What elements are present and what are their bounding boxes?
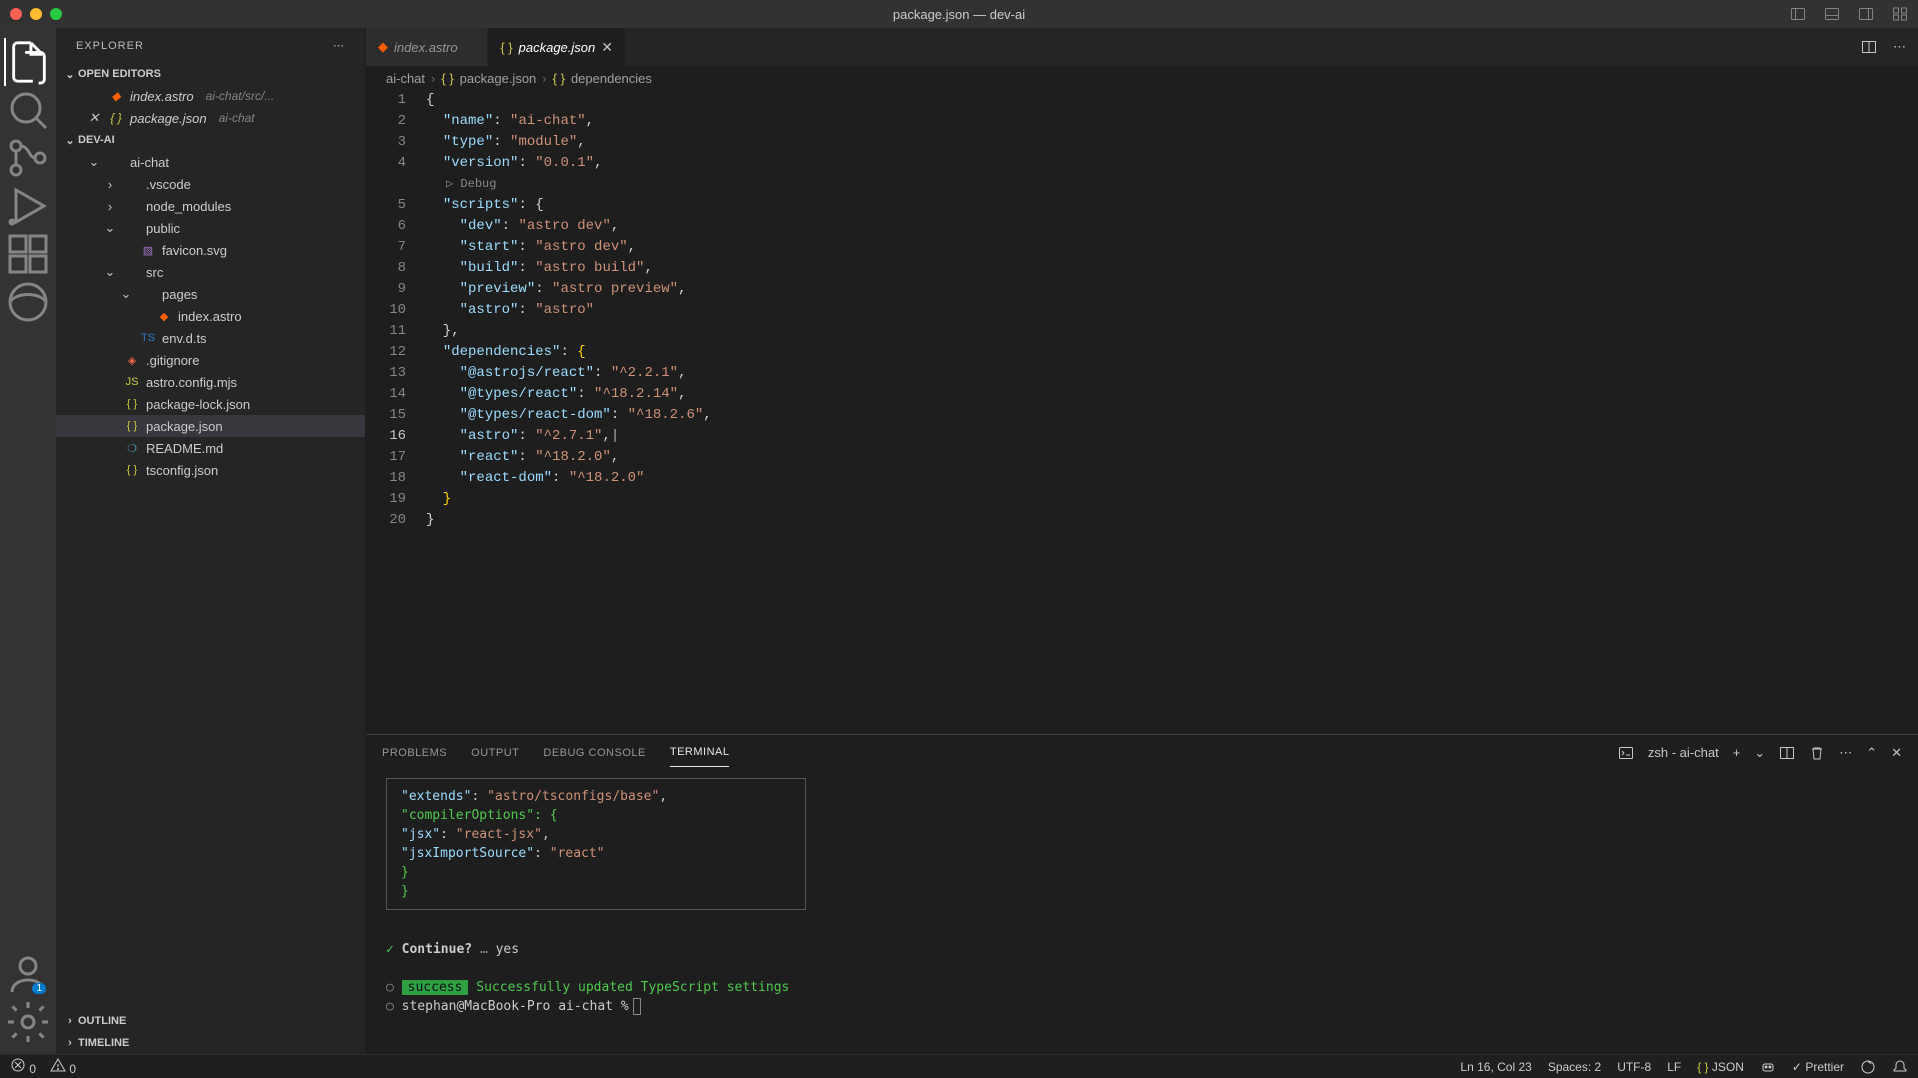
panel-tab-terminal[interactable]: TERMINAL [670,738,730,767]
chevron-right-icon: › [102,199,118,214]
layout-customize-icon[interactable] [1892,6,1908,22]
chevron-down-icon: ⌄ [86,154,102,170]
settings-gear-icon[interactable] [4,998,52,1046]
editor-tabs: ◆index.astro✕{ }package.json✕ ⋯ [366,28,1918,66]
file-item[interactable]: TSenv.d.ts [56,327,365,349]
feedback-icon[interactable] [1860,1059,1876,1075]
accounts-badge: 1 [32,983,46,994]
editor-area: ◆index.astro✕{ }package.json✕ ⋯ ai-chat ›… [366,28,1918,1054]
warnings-count[interactable]: 0 [50,1057,76,1076]
accounts-icon[interactable]: 1 [4,950,52,998]
file-item[interactable]: ◆index.astro [56,305,365,327]
debug-codelens[interactable]: ▷ Debug [426,174,1918,195]
split-terminal-icon[interactable] [1779,745,1795,761]
code-editor[interactable]: 1234567891011121314151617181920 { "name"… [366,90,1918,734]
chevron-down-icon: ⌄ [62,134,78,147]
maximize-panel-icon[interactable]: ⌃ [1866,745,1877,761]
window-title: package.json — dev-ai [893,7,1025,22]
close-icon[interactable]: ✕ [86,110,102,126]
breadcrumb[interactable]: ai-chat › { } package.json › { } depende… [366,66,1918,90]
sidebar: EXPLORER ⋯ ⌄ OPEN EDITORS ◆index.astroai… [56,28,366,1054]
panel-tab-output[interactable]: OUTPUT [471,739,519,767]
panel-tab-problems[interactable]: PROBLEMS [382,739,447,767]
close-tab-icon[interactable]: ✕ [601,39,613,56]
file-item[interactable]: { }package.json [56,415,365,437]
language-mode[interactable]: { } JSON [1697,1060,1744,1074]
more-actions-icon[interactable]: ⋯ [1893,39,1906,55]
folder-item[interactable]: ⌄pages [56,283,365,305]
file-item[interactable]: { }package-lock.json [56,393,365,415]
eol[interactable]: LF [1667,1060,1681,1074]
split-editor-icon[interactable] [1861,39,1877,55]
terminal-dropdown-icon[interactable]: ⌄ [1754,745,1765,761]
layout-panel-icon[interactable] [1824,6,1840,22]
panel-tab-debug-console[interactable]: DEBUG CONSOLE [543,739,645,767]
bottom-panel: PROBLEMS OUTPUT DEBUG CONSOLE TERMINAL zsh … [366,734,1918,1054]
chevron-right-icon: › [62,1015,78,1027]
open-editor-item[interactable]: ✕{ }package.jsonai-chat [56,107,365,129]
terminal[interactable]: "extends": "astro/tsconfigs/base","compi… [366,770,1918,1054]
sidebar-title: EXPLORER [76,40,144,52]
editor-tab[interactable]: ◆index.astro✕ [366,28,488,66]
formatter[interactable]: ✓ Prettier [1792,1060,1844,1074]
file-item[interactable]: ◈.gitignore [56,349,365,371]
folder-item[interactable]: ⌄ai-chat [56,151,365,173]
check-icon: ✓ [386,942,394,957]
editor-tab[interactable]: { }package.json✕ [488,28,626,66]
window-maximize[interactable] [50,8,62,20]
terminal-label[interactable]: zsh - ai-chat [1648,745,1719,760]
chevron-right-icon: › [62,1037,78,1049]
file-item[interactable]: { }tsconfig.json [56,459,365,481]
chevron-down-icon: ⌄ [62,68,78,81]
file-item[interactable]: ▧favicon.svg [56,239,365,261]
kill-terminal-icon[interactable] [1809,745,1825,761]
chevron-down-icon: ⌄ [118,286,134,302]
window-minimize[interactable] [30,8,42,20]
folder-item[interactable]: ›.vscode [56,173,365,195]
chevron-down-icon: ⌄ [102,220,118,236]
open-editor-item[interactable]: ◆index.astroai-chat/src/... [56,85,365,107]
window-close[interactable] [10,8,22,20]
chevron-down-icon: ⌄ [102,264,118,280]
folder-item[interactable]: ⌄src [56,261,365,283]
edge-tools-icon[interactable] [4,278,52,326]
errors-count[interactable]: 0 [10,1057,36,1076]
file-item[interactable]: ❍README.md [56,437,365,459]
statusbar: 0 0 Ln 16, Col 23 Spaces: 2 UTF-8 LF { }… [0,1054,1918,1078]
open-editors-section[interactable]: ⌄ OPEN EDITORS [56,63,365,85]
more-icon[interactable]: ⋯ [333,39,345,52]
panel-more-icon[interactable]: ⋯ [1839,745,1852,761]
run-debug-icon[interactable] [4,182,52,230]
extensions-icon[interactable] [4,230,52,278]
timeline-section[interactable]: › TIMELINE [56,1032,365,1054]
folder-item[interactable]: ⌄public [56,217,365,239]
error-icon [10,1057,26,1073]
layout-sidebar-left-icon[interactable] [1790,6,1806,22]
titlebar: package.json — dev-ai [0,0,1918,28]
outline-section[interactable]: › OUTLINE [56,1010,365,1032]
close-panel-icon[interactable]: ✕ [1891,745,1902,761]
warning-icon [50,1057,66,1073]
folder-item[interactable]: ›node_modules [56,195,365,217]
explorer-icon[interactable] [4,38,52,86]
terminal-profile-icon[interactable] [1618,745,1634,761]
activity-bar: 1 [0,28,56,1054]
source-control-icon[interactable] [4,134,52,182]
notifications-icon[interactable] [1892,1059,1908,1075]
encoding[interactable]: UTF-8 [1617,1060,1651,1074]
indentation[interactable]: Spaces: 2 [1548,1060,1601,1074]
copilot-icon[interactable] [1760,1059,1776,1075]
search-icon[interactable] [4,86,52,134]
layout-sidebar-right-icon[interactable] [1858,6,1874,22]
new-terminal-icon[interactable]: + [1733,745,1741,760]
file-item[interactable]: JSastro.config.mjs [56,371,365,393]
project-section[interactable]: ⌄ DEV-AI [56,129,365,151]
chevron-right-icon: › [102,177,118,192]
cursor-position[interactable]: Ln 16, Col 23 [1460,1060,1531,1074]
